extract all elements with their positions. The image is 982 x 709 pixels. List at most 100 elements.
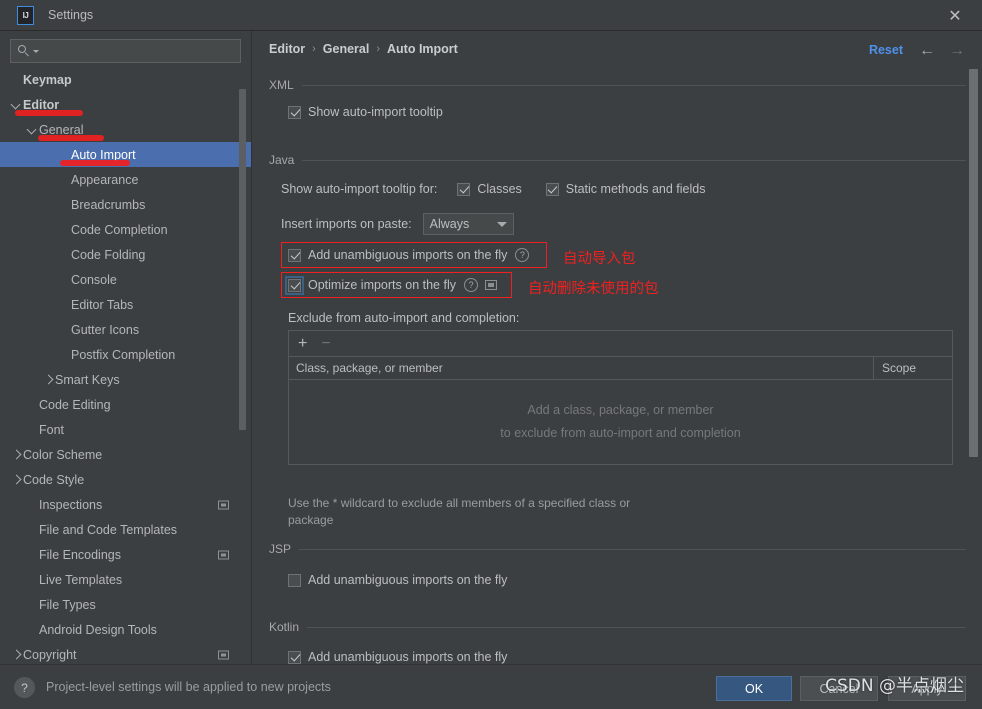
java-tooltip-for-label: Show auto-import tooltip for: <box>281 182 438 196</box>
search-box[interactable] <box>10 39 241 63</box>
section-rule <box>301 84 966 86</box>
chevron-right-icon[interactable] <box>10 648 23 661</box>
breadcrumb-item-auto-import[interactable]: Auto Import <box>387 42 458 56</box>
sidebar-item-label: File Encodings <box>39 547 121 562</box>
help-icon[interactable]: ? <box>515 248 530 262</box>
xml-show-tooltip-checkbox[interactable] <box>288 105 301 119</box>
sidebar-item-label: Code Editing <box>39 397 111 412</box>
remove-row-button[interactable]: − <box>321 335 330 352</box>
java-optimize-imports-row[interactable]: Optimize imports on the fly ? <box>285 275 497 295</box>
project-scope-badge-icon <box>218 650 229 659</box>
sidebar-item-gutter-icons[interactable]: Gutter Icons <box>0 317 251 342</box>
sidebar-item-file-encodings[interactable]: File Encodings <box>0 542 251 567</box>
kotlin-add-unambiguous-row[interactable]: Add unambiguous imports on the fly <box>288 650 507 664</box>
sidebar-item-file-and-code-templates[interactable]: File and Code Templates <box>0 517 251 542</box>
add-row-button[interactable]: + <box>298 335 307 352</box>
intellij-logo-icon: IJ <box>17 5 34 25</box>
window-title: Settings <box>48 8 94 22</box>
help-question-icon[interactable]: ? <box>14 677 35 698</box>
section-jsp-header: JSP <box>269 542 966 556</box>
java-classes-checkbox[interactable] <box>457 182 471 196</box>
sidebar-item-console[interactable]: Console <box>0 267 251 292</box>
java-optimize-imports-checkbox[interactable] <box>285 275 304 295</box>
back-arrow-icon[interactable]: ← <box>918 42 936 60</box>
java-add-unambiguous-row[interactable]: Add unambiguous imports on the fly ? <box>288 248 530 262</box>
breadcrumb-item-general[interactable]: General <box>323 42 370 56</box>
content-scrollbar[interactable] <box>969 69 978 457</box>
search-input[interactable] <box>43 44 234 58</box>
kotlin-add-unambiguous-checkbox[interactable] <box>288 650 301 664</box>
section-jsp-title: JSP <box>269 542 292 556</box>
sidebar-item-appearance[interactable]: Appearance <box>0 167 251 192</box>
java-add-unambiguous-checkbox[interactable] <box>288 248 301 262</box>
ok-button[interactable]: OK <box>716 676 792 701</box>
section-xml-title: XML <box>269 78 294 92</box>
sidebar-item-auto-import[interactable]: Auto Import <box>0 142 251 167</box>
chevron-right-icon[interactable] <box>42 373 55 386</box>
sidebar-item-editor[interactable]: Editor <box>0 92 251 117</box>
sidebar-item-editor-tabs[interactable]: Editor Tabs <box>0 292 251 317</box>
chevron-down-icon[interactable] <box>10 98 23 111</box>
annotation-note-add-imports: 自动导入包 <box>563 251 636 267</box>
sidebar-item-code-editing[interactable]: Code Editing <box>0 392 251 417</box>
chevron-right-icon[interactable] <box>10 473 23 486</box>
sidebar-item-live-templates[interactable]: Live Templates <box>0 567 251 592</box>
sidebar-item-keymap[interactable]: Keymap <box>0 67 251 92</box>
sidebar-item-label: Console <box>71 272 117 287</box>
sidebar-item-font[interactable]: Font <box>0 417 251 442</box>
project-scope-badge-icon <box>218 500 229 509</box>
hint-line-1: Use the * wildcard to exclude all member… <box>288 496 631 510</box>
exclude-table-header: Class, package, or member Scope <box>289 357 952 380</box>
sidebar-item-label: Code Folding <box>71 247 146 262</box>
sidebar-item-android-design-tools[interactable]: Android Design Tools <box>0 617 251 642</box>
sidebar-item-postfix-completion[interactable]: Postfix Completion <box>0 342 251 367</box>
insert-imports-on-paste-select[interactable]: Always <box>422 213 514 235</box>
section-rule <box>299 548 966 550</box>
search-dropdown-caret-icon[interactable] <box>33 49 39 53</box>
reset-link[interactable]: Reset <box>869 43 903 57</box>
sidebar-item-general[interactable]: General <box>0 117 251 142</box>
annotation-note-optimize-imports: 自动删除未使用的包 <box>528 281 659 297</box>
java-tooltip-for-row: Show auto-import tooltip for: Classes St… <box>281 182 705 196</box>
java-static-methods-checkbox[interactable] <box>545 182 559 196</box>
jsp-add-unambiguous-checkbox[interactable] <box>288 573 301 587</box>
sidebar-item-breadcrumbs[interactable]: Breadcrumbs <box>0 192 251 217</box>
column-header-class: Class, package, or member <box>289 357 874 379</box>
java-optimize-imports-label: Optimize imports on the fly <box>308 278 456 292</box>
sidebar-item-color-scheme[interactable]: Color Scheme <box>0 442 251 467</box>
sidebar-item-inspections[interactable]: Inspections <box>0 492 251 517</box>
sidebar-item-code-folding[interactable]: Code Folding <box>0 242 251 267</box>
forward-arrow-icon[interactable]: → <box>948 42 966 60</box>
xml-show-tooltip-row[interactable]: Show auto-import tooltip <box>288 105 443 119</box>
sidebar-item-code-completion[interactable]: Code Completion <box>0 217 251 242</box>
sidebar-scrollbar[interactable] <box>239 89 246 430</box>
breadcrumb-item-editor[interactable]: Editor <box>269 42 305 56</box>
sidebar-item-label: Android Design Tools <box>39 622 157 637</box>
sidebar-item-label: Keymap <box>23 72 72 87</box>
java-insert-imports-label: Insert imports on paste: <box>281 217 412 231</box>
chevron-down-icon[interactable] <box>26 123 39 136</box>
sidebar-item-code-style[interactable]: Code Style <box>0 467 251 492</box>
sidebar-item-file-types[interactable]: File Types <box>0 592 251 617</box>
settings-sidebar: Keymap Editor General Auto Import Appearance… <box>0 31 252 664</box>
java-add-unambiguous-label: Add unambiguous imports on the fly <box>308 248 508 262</box>
section-kotlin-header: Kotlin <box>269 620 966 634</box>
sidebar-item-smart-keys[interactable]: Smart Keys <box>0 367 251 392</box>
section-rule <box>302 159 966 161</box>
empty-line-2: to exclude from auto-import and completi… <box>500 426 741 440</box>
column-header-scope: Scope <box>882 361 917 375</box>
empty-line-1: Add a class, package, or member <box>527 403 714 417</box>
close-icon[interactable]: ✕ <box>940 0 970 31</box>
jsp-add-unambiguous-row[interactable]: Add unambiguous imports on the fly <box>288 573 507 587</box>
chevron-right-icon[interactable] <box>10 448 23 461</box>
help-icon[interactable]: ? <box>463 278 478 292</box>
settings-badge-icon[interactable] <box>484 280 497 290</box>
sidebar-item-label: Breadcrumbs <box>71 197 146 212</box>
